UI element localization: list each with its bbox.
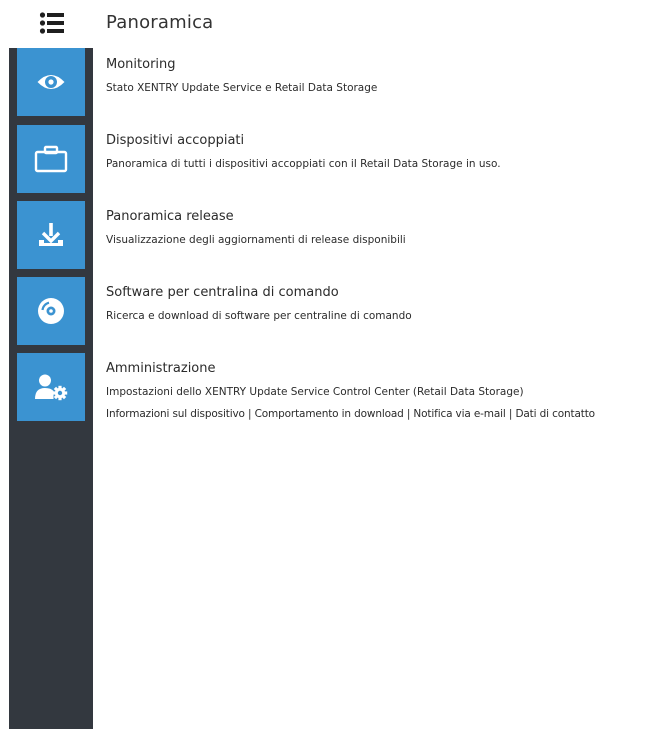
sidebar-item-panoramica-release[interactable] bbox=[17, 201, 85, 269]
briefcase-icon bbox=[34, 144, 68, 174]
section-description: Ricerca e download di software per centr… bbox=[106, 310, 412, 322]
section-title[interactable]: Monitoring bbox=[106, 57, 647, 73]
section-amministrazione: Amministrazione Impostazioni dello XENTR… bbox=[106, 361, 647, 421]
section-title[interactable]: Software per centralina di comando bbox=[106, 285, 647, 301]
page-title: Panoramica bbox=[106, 12, 214, 33]
section-monitoring: Monitoring Stato XENTRY Update Service e… bbox=[106, 57, 647, 95]
sidebar-item-software-centralina[interactable] bbox=[17, 277, 85, 345]
top-bar: Panoramica bbox=[0, 0, 647, 48]
section-dispositivi-accoppiati: Dispositivi accoppiati Panoramica di tut… bbox=[106, 133, 647, 171]
sidebar-item-monitoring[interactable] bbox=[17, 48, 85, 116]
section-title[interactable]: Dispositivi accoppiati bbox=[106, 133, 647, 149]
sidebar-item-amministrazione[interactable] bbox=[17, 353, 85, 421]
section-panoramica-release: Panoramica release Visualizzazione degli… bbox=[106, 209, 647, 247]
section-software-centralina: Software per centralina di comando Ricer… bbox=[106, 285, 647, 323]
sidebar-item-dispositivi-accoppiati[interactable] bbox=[17, 125, 85, 193]
list-menu-icon[interactable] bbox=[38, 10, 66, 36]
disc-icon bbox=[36, 296, 66, 326]
eye-icon bbox=[36, 67, 66, 97]
section-description: Stato XENTRY Update Service e Retail Dat… bbox=[106, 82, 378, 94]
user-settings-icon bbox=[34, 372, 68, 402]
section-description: Impostazioni dello XENTRY Update Service… bbox=[106, 386, 524, 398]
admin-links[interactable]: Informazioni sul dispositivo | Comportam… bbox=[106, 407, 647, 421]
download-icon bbox=[36, 220, 66, 250]
section-title[interactable]: Amministrazione bbox=[106, 361, 647, 377]
section-title[interactable]: Panoramica release bbox=[106, 209, 647, 225]
section-description: Panoramica di tutti i dispositivi accopp… bbox=[106, 158, 501, 170]
sidebar bbox=[9, 48, 93, 729]
section-description: Visualizzazione degli aggiornamenti di r… bbox=[106, 234, 406, 246]
